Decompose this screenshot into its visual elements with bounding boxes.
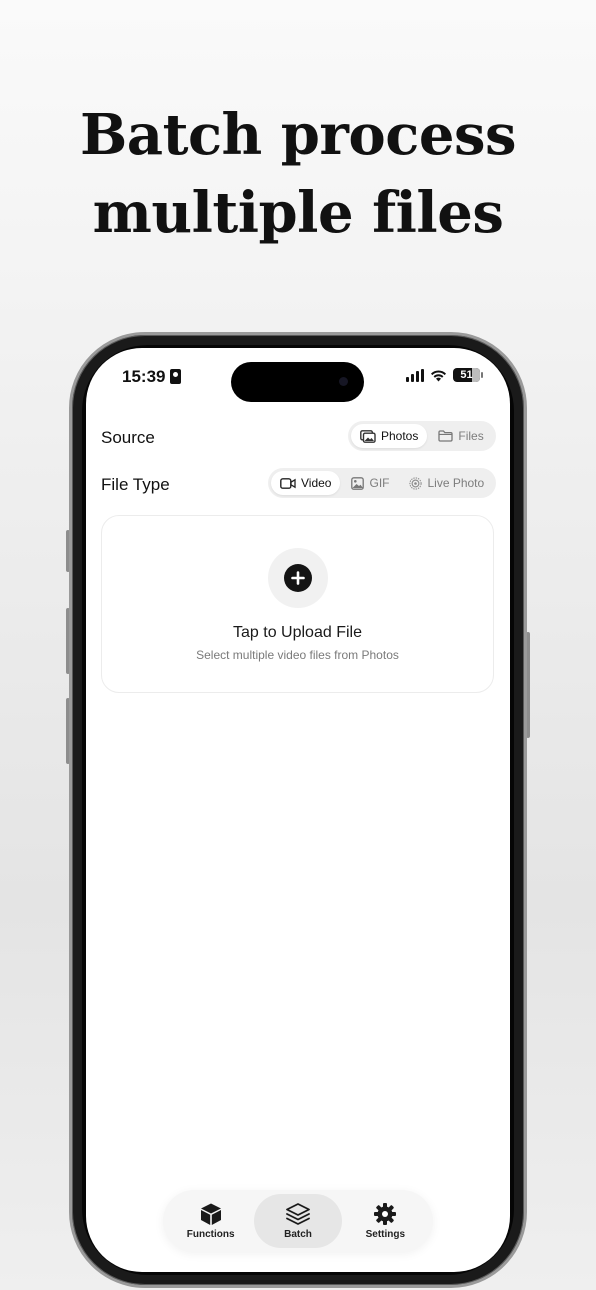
image-icon (351, 476, 365, 490)
file-type-option-video[interactable]: Video (271, 471, 341, 495)
source-option-files-label: Files (458, 429, 484, 443)
cube-icon (200, 1203, 221, 1225)
source-option-photos[interactable]: Photos (351, 424, 428, 448)
headline-line-2: multiple files (92, 180, 504, 246)
tab-batch[interactable]: Batch (254, 1194, 342, 1248)
upload-subtitle: Select multiple video files from Photos (196, 648, 399, 662)
file-type-option-gif-label: GIF (369, 476, 390, 490)
video-icon (280, 477, 296, 489)
bottom-tab-bar: Functions Batch Settings (163, 1190, 433, 1252)
status-indicators: 51 (406, 368, 483, 382)
gear-icon (374, 1203, 397, 1225)
file-type-label: File Type (101, 475, 170, 494)
signal-icon (406, 368, 424, 382)
live-photo-icon (409, 476, 423, 490)
file-type-option-gif[interactable]: GIF (342, 471, 398, 495)
dynamic-island (231, 362, 364, 402)
battery-level: 51 (460, 369, 473, 381)
file-type-option-live-photo[interactable]: Live Photo (400, 471, 493, 495)
camera-icon (339, 377, 348, 386)
upload-file-card[interactable]: Tap to Upload File Select multiple video… (101, 515, 494, 693)
file-type-option-video-label: Video (301, 476, 332, 490)
tab-batch-label: Batch (284, 1229, 312, 1240)
file-type-segmented-control: Video GIF Live Photo (268, 468, 497, 498)
status-time: 15:39 (122, 367, 182, 387)
contact-card-icon (170, 369, 182, 384)
tab-functions-label: Functions (186, 1229, 235, 1240)
tab-settings[interactable]: Settings (342, 1194, 429, 1248)
folder-icon (438, 430, 454, 442)
source-segmented-control: Photos Files (348, 421, 496, 451)
file-type-option-live-photo-label: Live Photo (427, 476, 485, 490)
promo-headline: Batch process multiple files (0, 96, 596, 252)
upload-button-circle[interactable] (268, 548, 328, 608)
battery-icon: 51 (453, 368, 483, 382)
photos-icon (360, 429, 376, 443)
app-screen: 15:39 51 Source Photos Files File Type V… (86, 348, 510, 1272)
source-option-files[interactable]: Files (429, 424, 492, 448)
status-time-text: 15:39 (122, 367, 166, 386)
tab-settings-label: Settings (365, 1229, 406, 1240)
plus-icon (284, 564, 312, 592)
tab-functions[interactable]: Functions (167, 1194, 254, 1248)
headline-line-1: Batch process (79, 102, 517, 168)
source-option-photos-label: Photos (381, 429, 419, 443)
upload-title: Tap to Upload File (233, 624, 362, 641)
layers-icon (286, 1203, 310, 1225)
wifi-icon (431, 369, 446, 381)
source-label: Source (101, 428, 155, 447)
